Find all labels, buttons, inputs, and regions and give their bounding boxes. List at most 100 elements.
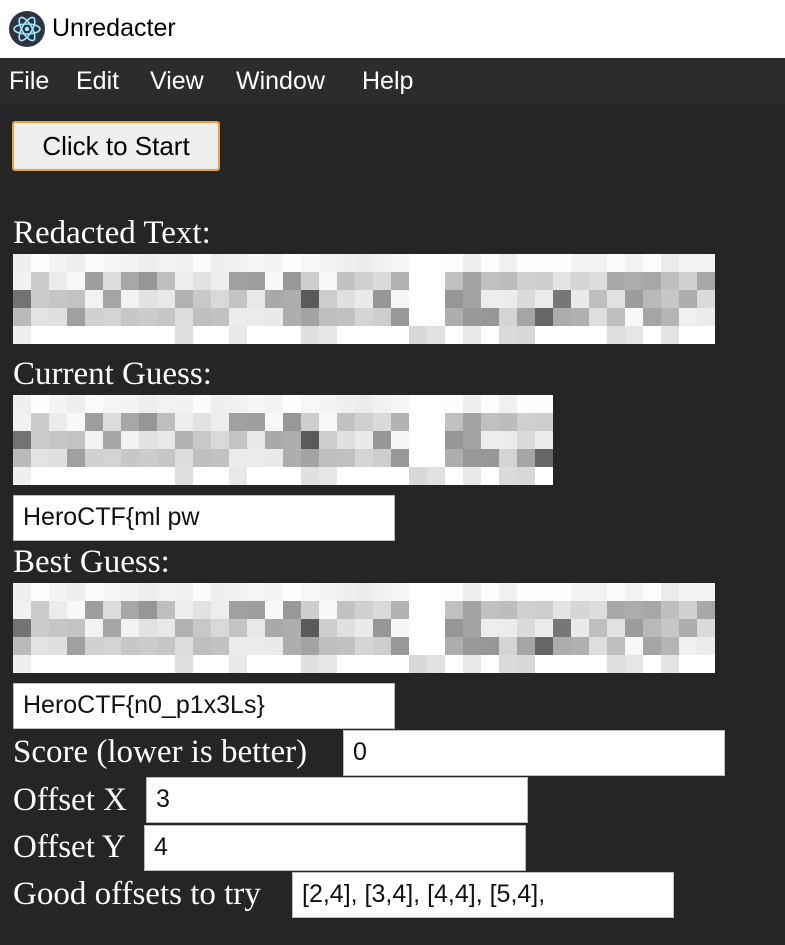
pixel-block bbox=[283, 601, 301, 619]
pixel-block bbox=[373, 308, 391, 326]
pixel-block bbox=[49, 431, 67, 449]
pixel-block bbox=[517, 413, 535, 431]
pixel-block bbox=[643, 290, 661, 308]
pixel-block bbox=[13, 583, 31, 601]
pixel-block bbox=[49, 601, 67, 619]
pixel-block bbox=[139, 431, 157, 449]
pixel-block bbox=[265, 431, 283, 449]
pixel-block bbox=[193, 254, 211, 272]
pixel-block bbox=[211, 601, 229, 619]
pixel-block bbox=[355, 467, 373, 485]
electron-atom-icon bbox=[9, 11, 45, 47]
pixel-block bbox=[499, 655, 517, 673]
pixel-block bbox=[427, 601, 445, 619]
menu-window[interactable]: Window bbox=[236, 67, 325, 95]
best-guess-field[interactable]: HeroCTF{n0_p1x3Ls} bbox=[13, 683, 395, 729]
offset-y-field[interactable]: 4 bbox=[144, 825, 526, 871]
pixel-block bbox=[445, 655, 463, 673]
pixel-block bbox=[427, 467, 445, 485]
pixel-block bbox=[445, 413, 463, 431]
pixel-block bbox=[247, 272, 265, 290]
pixel-block bbox=[697, 619, 715, 637]
pixel-block bbox=[517, 601, 535, 619]
pixel-block bbox=[319, 290, 337, 308]
pixel-block bbox=[139, 290, 157, 308]
pixel-block bbox=[625, 601, 643, 619]
pixel-block bbox=[697, 290, 715, 308]
pixel-block bbox=[517, 467, 535, 485]
pixel-block bbox=[391, 290, 409, 308]
menu-view[interactable]: View bbox=[150, 67, 204, 95]
pixel-block bbox=[391, 583, 409, 601]
pixel-block bbox=[517, 655, 535, 673]
pixel-block bbox=[49, 272, 67, 290]
pixel-block bbox=[445, 272, 463, 290]
pixel-block bbox=[499, 326, 517, 344]
pixel-block bbox=[301, 583, 319, 601]
pixel-block bbox=[643, 308, 661, 326]
pixel-block bbox=[679, 601, 697, 619]
pixel-block bbox=[445, 326, 463, 344]
pixel-block bbox=[535, 272, 553, 290]
pixel-block bbox=[319, 413, 337, 431]
pixel-block bbox=[247, 326, 265, 344]
pixel-block bbox=[355, 637, 373, 655]
pixel-block bbox=[481, 467, 499, 485]
menu-edit[interactable]: Edit bbox=[76, 67, 119, 95]
pixel-block bbox=[679, 272, 697, 290]
pixel-block bbox=[535, 413, 553, 431]
start-button[interactable]: Click to Start bbox=[12, 121, 220, 171]
pixel-block bbox=[211, 583, 229, 601]
pixel-block bbox=[697, 254, 715, 272]
pixel-block bbox=[481, 272, 499, 290]
pixel-block bbox=[373, 619, 391, 637]
pixel-block bbox=[67, 583, 85, 601]
pixel-block bbox=[391, 272, 409, 290]
menu-file[interactable]: File bbox=[9, 67, 49, 95]
pixel-block bbox=[157, 290, 175, 308]
pixel-block bbox=[481, 326, 499, 344]
menu-help[interactable]: Help bbox=[362, 67, 413, 95]
pixel-block bbox=[481, 583, 499, 601]
pixel-block bbox=[13, 326, 31, 344]
pixel-block bbox=[409, 290, 427, 308]
pixel-block bbox=[157, 395, 175, 413]
best-guess-canvas bbox=[13, 583, 715, 673]
redacted-text-canvas bbox=[13, 254, 715, 344]
pixel-block bbox=[571, 290, 589, 308]
score-field[interactable]: 0 bbox=[343, 730, 725, 776]
pixel-block bbox=[247, 619, 265, 637]
pixel-block bbox=[319, 395, 337, 413]
pixel-block bbox=[193, 449, 211, 467]
pixel-block bbox=[553, 619, 571, 637]
pixel-block bbox=[211, 619, 229, 637]
pixel-block bbox=[247, 395, 265, 413]
pixel-block bbox=[409, 637, 427, 655]
current-guess-field[interactable]: HeroCTF{ml pw bbox=[13, 495, 395, 541]
pixel-block bbox=[247, 467, 265, 485]
pixel-block bbox=[31, 413, 49, 431]
pixel-block bbox=[643, 619, 661, 637]
pixel-block bbox=[427, 413, 445, 431]
pixel-block bbox=[193, 326, 211, 344]
offset-x-field[interactable]: 3 bbox=[146, 777, 528, 823]
pixel-block bbox=[391, 637, 409, 655]
pixel-block bbox=[409, 619, 427, 637]
pixel-block bbox=[211, 326, 229, 344]
good-offsets-field[interactable]: [2,4], [3,4], [4,4], [5,4], bbox=[292, 872, 674, 918]
pixel-block bbox=[139, 254, 157, 272]
pixel-block bbox=[175, 467, 193, 485]
pixel-block bbox=[481, 637, 499, 655]
pixel-block bbox=[427, 395, 445, 413]
pixel-block bbox=[67, 395, 85, 413]
pixel-block bbox=[229, 254, 247, 272]
pixel-block bbox=[31, 308, 49, 326]
pixel-block bbox=[679, 254, 697, 272]
pixel-block bbox=[445, 467, 463, 485]
pixel-block bbox=[571, 308, 589, 326]
pixel-block bbox=[427, 272, 445, 290]
pixel-block bbox=[67, 601, 85, 619]
pixel-block bbox=[697, 655, 715, 673]
pixel-block bbox=[445, 395, 463, 413]
pixel-block bbox=[139, 326, 157, 344]
